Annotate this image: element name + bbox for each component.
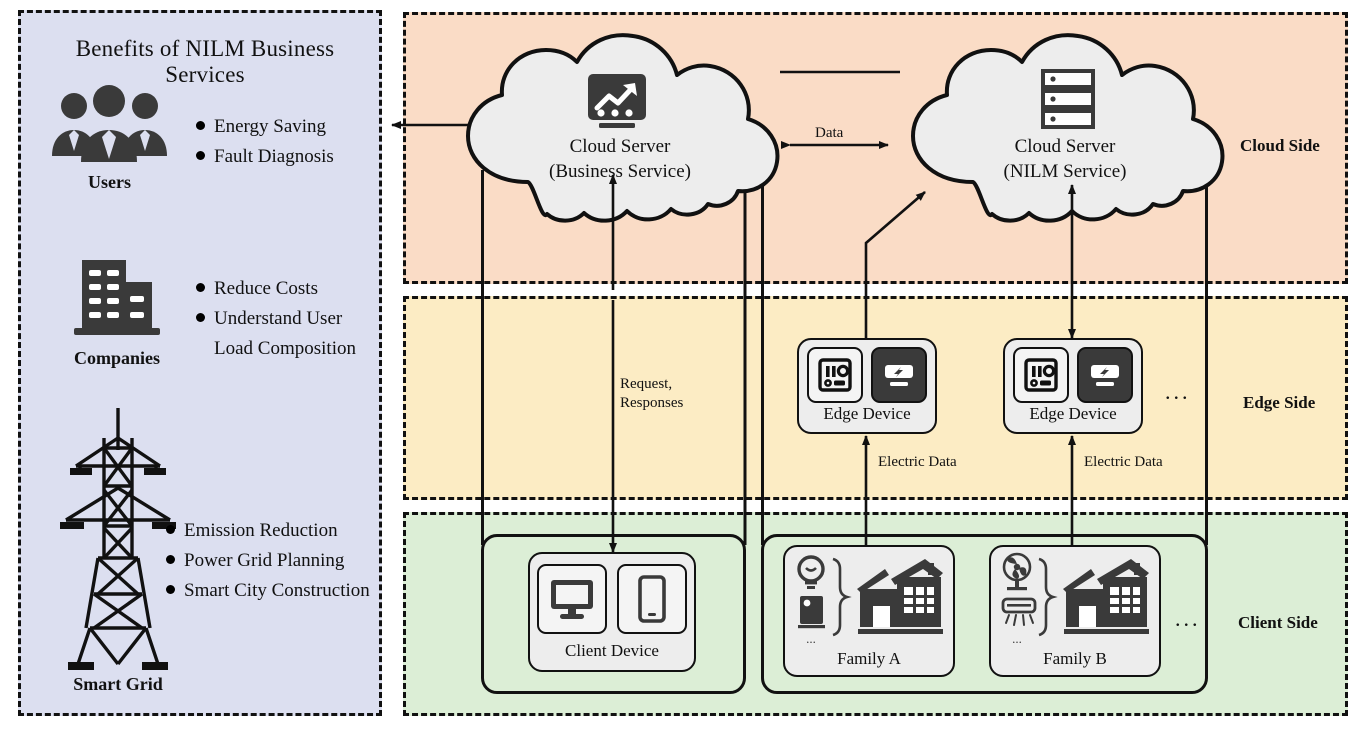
edge-devices-ellipsis: ...: [1165, 379, 1191, 404]
electric-data-a-label: Electric Data: [878, 454, 957, 470]
electric-data-b-label: Electric Data: [1084, 454, 1163, 470]
meter-panel-icon: [1013, 347, 1069, 403]
appliance-icon: [798, 596, 825, 629]
svg-text:...: ...: [1012, 631, 1022, 646]
edge-device-b-icons: [1013, 347, 1133, 403]
svg-text:...: ...: [806, 631, 816, 646]
data-edge-label: Data: [815, 125, 844, 141]
meter-panel-icon: [807, 347, 863, 403]
smartphone-icon: [617, 564, 687, 634]
family-b-label: Family B: [1043, 649, 1107, 668]
request-responses-edge-label: Request, Responses: [620, 375, 683, 413]
family-b[interactable]: ... Family B: [989, 545, 1161, 677]
lightbulb-icon: [797, 555, 825, 589]
monitor-icon: [537, 564, 607, 634]
client-device-label: Client Device: [565, 641, 659, 660]
family-a-label: Family A: [837, 649, 901, 668]
family-a[interactable]: ... Family A: [783, 545, 955, 677]
family-a-contents: ...: [785, 547, 957, 651]
edge-device-a-label: Edge Device: [823, 404, 911, 423]
edge-device-a-icons: [807, 347, 927, 403]
client-device-icons: [537, 564, 687, 634]
request-responses-line1: Request,: [620, 376, 673, 392]
fan-icon: [1002, 552, 1032, 591]
request-responses-line2: Responses: [620, 395, 684, 411]
edge-device-a[interactable]: Edge Device: [797, 338, 937, 434]
family-b-contents: ...: [991, 547, 1163, 651]
client-device[interactable]: Client Device: [528, 552, 696, 672]
air-conditioner-icon: [1001, 597, 1037, 626]
edge-device-b[interactable]: Edge Device: [1003, 338, 1143, 434]
power-device-icon: [871, 347, 927, 403]
power-device-icon: [1077, 347, 1133, 403]
edge-device-b-label: Edge Device: [1029, 404, 1117, 423]
families-ellipsis: ...: [1175, 606, 1201, 631]
